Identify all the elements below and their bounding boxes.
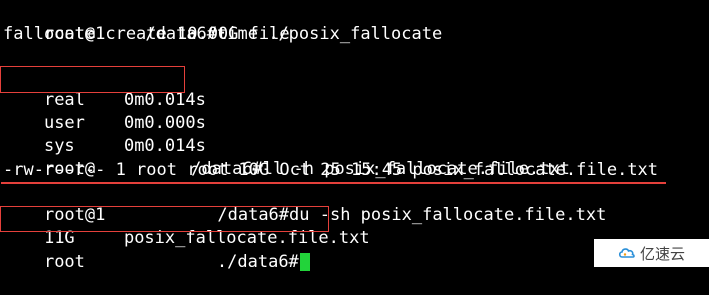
- highlight-box-du-output: [0, 206, 329, 232]
- timing-user: user 0m0.000s: [3, 90, 206, 133]
- prompt-line-ll: root@/data6#ll -h posix_fallocate.file.t…: [3, 136, 570, 179]
- watermark-text: 亿速云: [639, 244, 685, 263]
- watermark: 亿速云: [594, 239, 709, 267]
- prompt-path: ./data6#: [216, 252, 299, 272]
- prompt-line-du: root@1/data6#du -sh posix_fallocate.file…: [3, 182, 606, 225]
- prompt-user: root: [43, 252, 85, 272]
- highlight-box-real: [0, 66, 185, 93]
- output-line: fallocate create 10.00G file: [3, 24, 290, 44]
- prompt-line-time: root@1/data6#time ./posix_fallocate: [3, 1, 442, 44]
- cloud-logo-icon: [618, 248, 635, 258]
- ls-output-line: -rw-r--r-- 1 root root 10G Oct 25 15:45 …: [3, 160, 659, 180]
- underline-ls-output: [1, 182, 666, 184]
- timing-sys: sys 0m0.014s: [3, 113, 206, 156]
- cursor: [299, 253, 310, 271]
- terminal-window[interactable]: root@1/data6#time ./posix_fallocate fall…: [0, 0, 709, 272]
- prompt-line-current[interactable]: root ./data6#: [3, 229, 310, 272]
